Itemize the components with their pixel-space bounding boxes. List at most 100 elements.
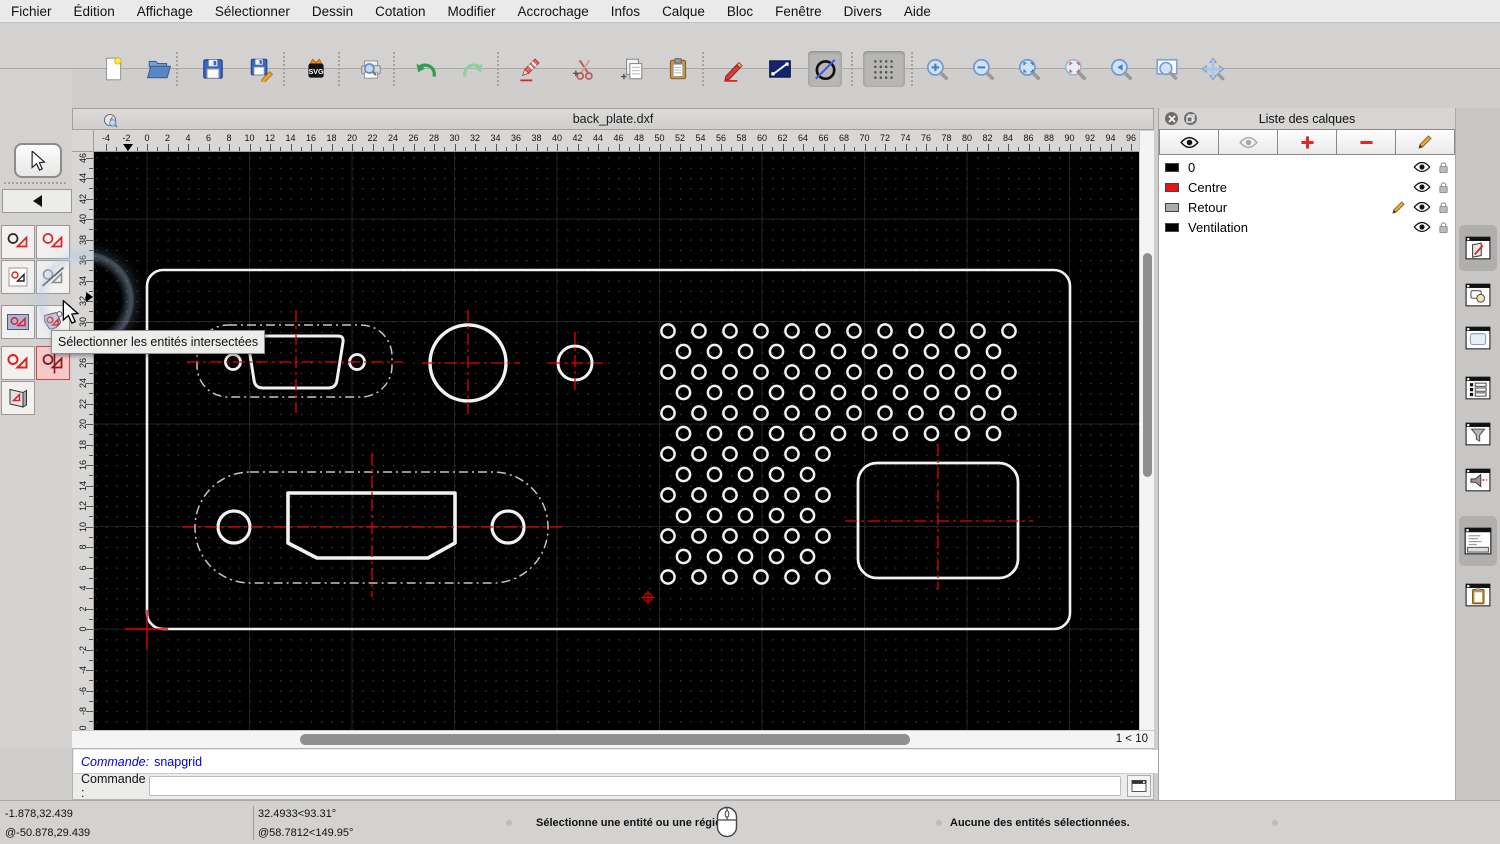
menu-item-dessin[interactable]: Dessin <box>301 4 364 19</box>
zoom-in-button[interactable] <box>920 51 954 87</box>
svg-export-button[interactable]: SVG <box>299 51 333 87</box>
zoom-out-button[interactable] <box>966 51 1000 87</box>
layer-visibility-icon[interactable] <box>1413 161 1431 173</box>
paste-button[interactable] <box>661 51 695 87</box>
menu-item-accrochage[interactable]: Accrochage <box>506 4 599 19</box>
ruler-tick <box>639 144 640 151</box>
new-file-button[interactable] <box>96 51 130 87</box>
menu-item-aide[interactable]: Aide <box>893 4 942 19</box>
ruler-label: 24 <box>387 133 398 143</box>
layer-list-dock-button[interactable] <box>1463 234 1493 262</box>
command-widget-dock-button[interactable] <box>1463 527 1493 555</box>
layer-visibility-icon[interactable] <box>1413 201 1431 213</box>
deselect-window-button[interactable] <box>36 260 70 294</box>
vertical-scrollbar-thumb[interactable] <box>1143 253 1152 477</box>
remove-layer-button[interactable] <box>1337 129 1396 155</box>
menu-item-edition[interactable]: Édition <box>63 4 126 19</box>
show-all-layers-button[interactable] <box>1159 129 1219 155</box>
ruler-tick <box>854 147 856 151</box>
deselect-entity-button[interactable] <box>36 225 70 259</box>
select-contour-button[interactable] <box>1 346 35 380</box>
zoom-previous-icon <box>1064 58 1087 81</box>
zoom-previous-button[interactable] <box>1058 51 1092 87</box>
drawing-window-titlebar[interactable]: back_plate.dxf <box>72 108 1154 130</box>
menu-item-selectionner[interactable]: Sélectionner <box>204 4 301 19</box>
ruler-tick <box>89 413 93 415</box>
layer-row[interactable]: Centre <box>1159 177 1455 197</box>
menu-item-calque[interactable]: Calque <box>651 4 716 19</box>
ruler-label: 48 <box>633 133 644 143</box>
ruler-tick <box>485 147 487 151</box>
add-layer-button[interactable] <box>1278 129 1337 155</box>
select-entity-button[interactable] <box>1 225 35 259</box>
zoom-window-button[interactable] <box>1150 51 1184 87</box>
redo-button[interactable] <box>456 51 490 87</box>
layer-row[interactable]: 0 <box>1159 157 1455 177</box>
select-layer-button[interactable] <box>1 381 35 415</box>
layer-row[interactable]: Ventilation <box>1159 217 1455 237</box>
menu-item-affichage[interactable]: Affichage <box>126 4 204 19</box>
layer-color-swatch[interactable] <box>1165 162 1179 172</box>
layer-lock-icon[interactable] <box>1438 201 1449 214</box>
zoom-pan-button[interactable] <box>1196 51 1230 87</box>
mouse-hint-icon <box>716 806 738 838</box>
horizontal-ruler: -4 -2 0 2 4 6 8 10 12 14 16 18 20 22 24 26 28 30 32 34 36 38 4… <box>94 130 1139 152</box>
hide-all-layers-button[interactable] <box>1219 129 1278 155</box>
layer-row[interactable]: Retour <box>1159 197 1455 217</box>
layer-color-swatch[interactable] <box>1165 182 1179 192</box>
clipboard-dock-button[interactable] <box>1463 581 1493 609</box>
open-file-button[interactable] <box>142 51 176 87</box>
layer-visibility-icon[interactable] <box>1413 221 1431 233</box>
select-layer-icon <box>9 388 27 408</box>
block-list-dock-button[interactable] <box>1463 281 1493 309</box>
select-window-button[interactable] <box>1 260 35 294</box>
selection-pointer-button[interactable] <box>14 143 62 178</box>
statusbar-divider <box>253 806 254 840</box>
layer-visibility-icon[interactable] <box>1413 181 1431 193</box>
menu-item-fichier[interactable]: Fichier <box>0 4 63 19</box>
line-attributes-button[interactable] <box>763 51 797 87</box>
menu-item-divers[interactable]: Divers <box>833 4 893 19</box>
entity-list-dock-button[interactable] <box>1463 374 1493 402</box>
back-button[interactable] <box>2 189 72 213</box>
delete-button[interactable] <box>512 51 546 87</box>
layer-color-swatch[interactable] <box>1165 222 1179 232</box>
layer-lock-icon[interactable] <box>1438 161 1449 174</box>
layer-lock-icon[interactable] <box>1438 221 1449 234</box>
undo-button[interactable] <box>409 51 443 87</box>
select-all-button[interactable] <box>1 305 35 339</box>
print-preview-button[interactable] <box>354 51 388 87</box>
menu-item-bloc[interactable]: Bloc <box>716 4 764 19</box>
pen-attributes-button[interactable] <box>716 51 750 87</box>
layer-color-swatch[interactable] <box>1165 202 1179 212</box>
drawing-canvas[interactable] <box>94 152 1139 730</box>
zoom-auto-button[interactable] <box>1012 51 1046 87</box>
menu-item-infos[interactable]: Infos <box>600 4 651 19</box>
library-browser-dock-button[interactable] <box>1463 324 1493 352</box>
menu-item-modifier[interactable]: Modifier <box>436 4 506 19</box>
zoom-back-button[interactable] <box>1104 51 1138 87</box>
command-dock-toggle-button[interactable] <box>1127 775 1151 797</box>
float-panel-button[interactable] <box>1184 112 1197 125</box>
circle-attributes-button[interactable] <box>808 51 842 87</box>
horizontal-scrollbar[interactable]: 1 < 10 <box>72 730 1154 748</box>
ruler-label: 0 <box>78 626 88 632</box>
grid-toggle-button[interactable] <box>863 51 905 87</box>
grid-dots <box>94 152 1139 730</box>
close-panel-button[interactable] <box>1165 112 1178 125</box>
layer-lock-icon[interactable] <box>1438 181 1449 194</box>
command-input[interactable] <box>149 776 1121 796</box>
menu-item-fenetre[interactable]: Fenêtre <box>764 4 833 19</box>
vertical-scrollbar[interactable] <box>1139 131 1154 730</box>
notification-dock-button[interactable] <box>1463 466 1493 494</box>
menu-item-cotation[interactable]: Cotation <box>364 4 436 19</box>
save-button[interactable] <box>196 51 230 87</box>
horizontal-scrollbar-thumb[interactable] <box>300 734 910 745</box>
cut-button[interactable] <box>567 51 601 87</box>
layer-editing-icon <box>1392 200 1405 214</box>
edit-layer-button[interactable] <box>1396 129 1455 155</box>
save-as-button[interactable] <box>244 51 278 87</box>
toolbar-separator <box>338 52 340 86</box>
copy-button[interactable] <box>615 51 649 87</box>
entity-filter-dock-button[interactable] <box>1463 420 1493 448</box>
